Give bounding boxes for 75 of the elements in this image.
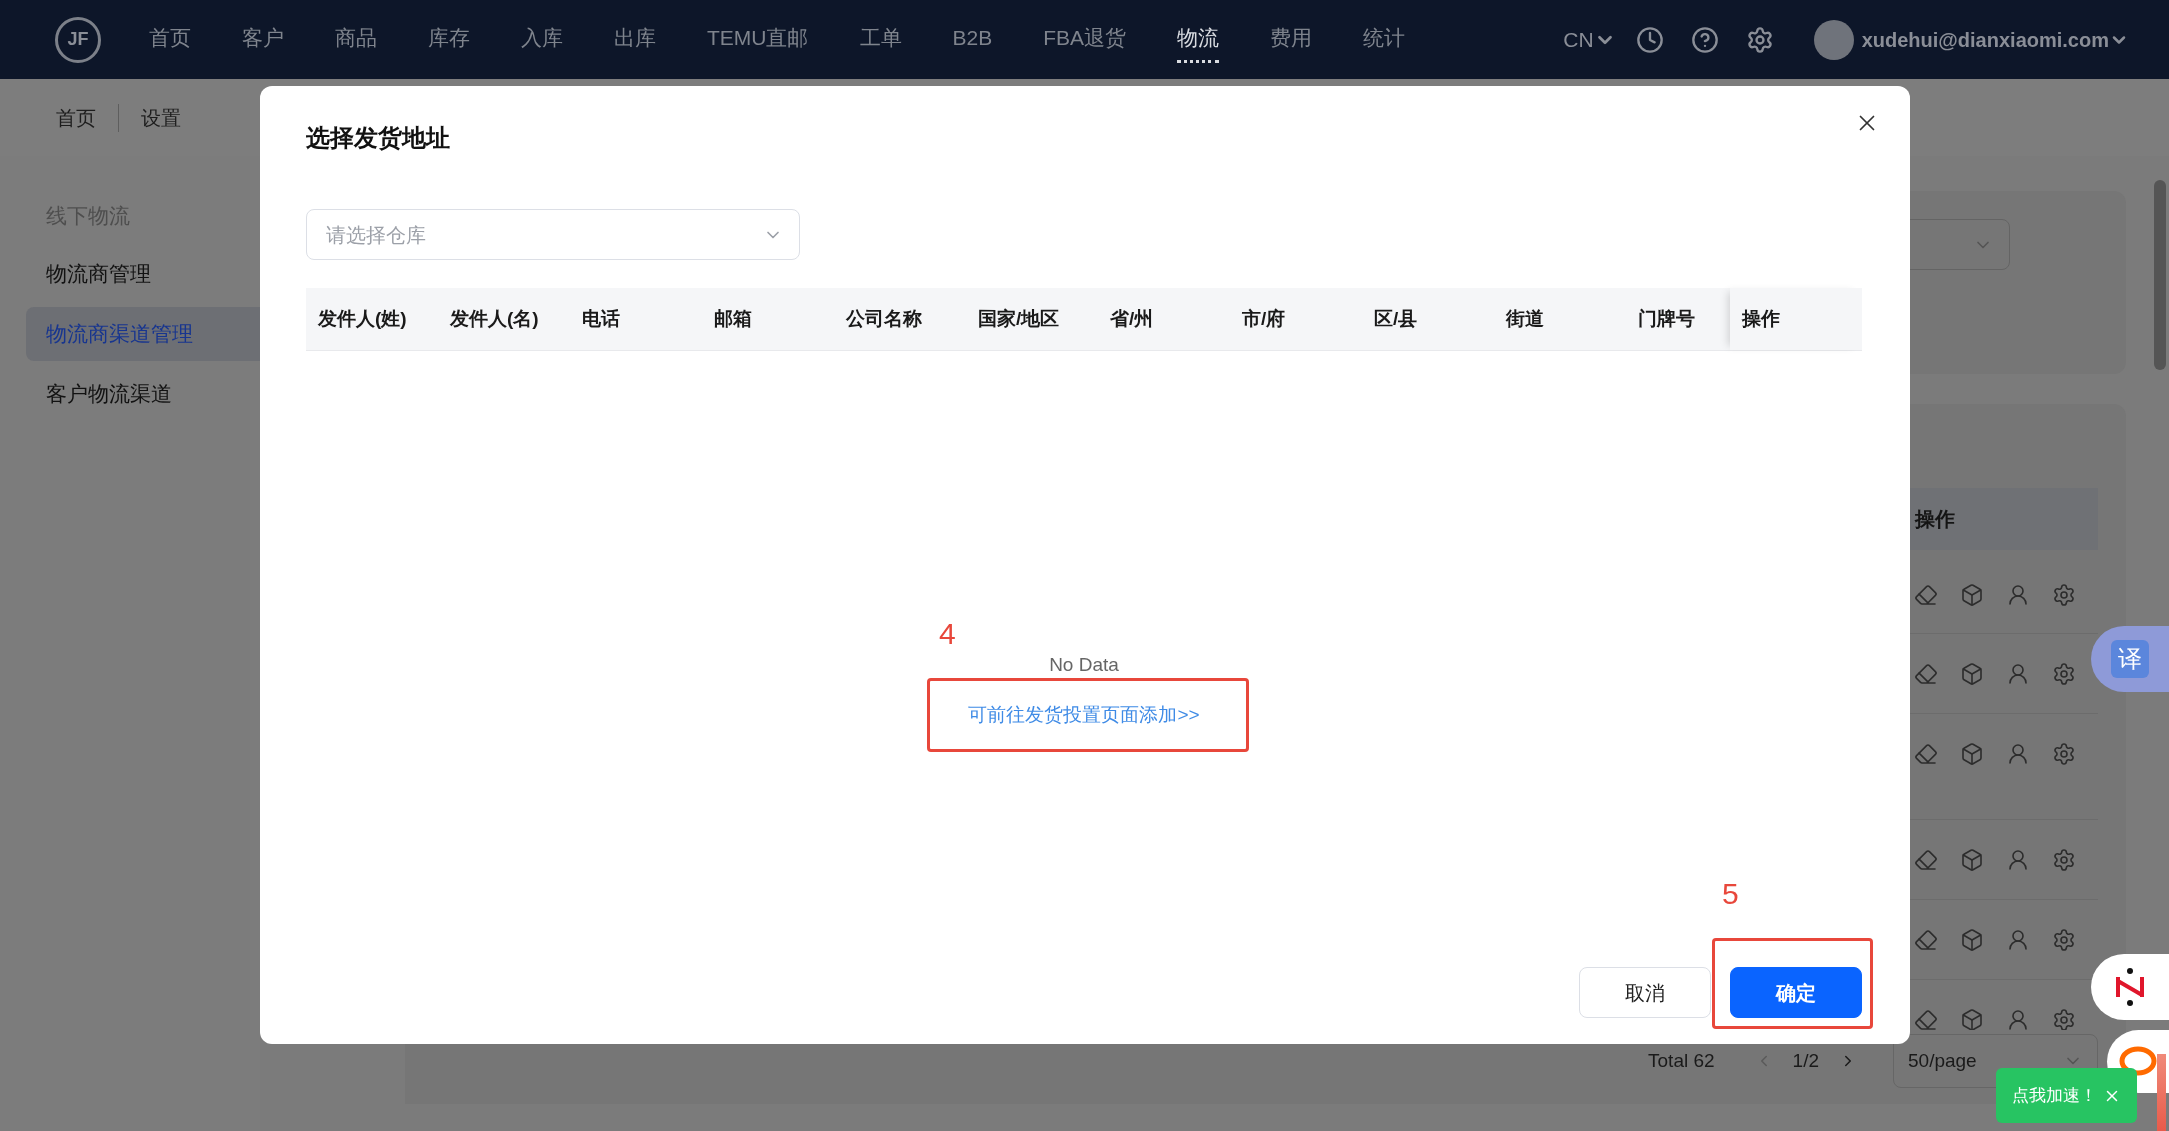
cancel-button[interactable]: 取消 (1579, 967, 1711, 1018)
warehouse-select[interactable]: 请选择仓库 (306, 209, 800, 260)
box-icon[interactable] (1960, 742, 1984, 766)
column-header: 发件人(名) (450, 306, 539, 331)
dialog-title: 选择发货地址 (306, 123, 450, 153)
nav-item[interactable]: 入库 (521, 16, 563, 63)
nav-item[interactable]: FBA退货 (1043, 16, 1127, 63)
network-logo-widget[interactable] (2091, 954, 2169, 1020)
nav-item[interactable]: 物流 (1177, 16, 1220, 63)
add-address-link[interactable]: 可前往发货投置页面添加>> (968, 702, 1200, 728)
sidebar-item[interactable]: 客户物流渠道 (26, 367, 260, 421)
column-header: 门牌号 (1638, 306, 1695, 331)
box-icon[interactable] (1960, 928, 1984, 952)
scrollbar-thumb[interactable] (2154, 180, 2166, 370)
eraser-icon[interactable] (1914, 1008, 1938, 1030)
sidebar-item[interactable]: 物流商管理 (26, 247, 260, 301)
person-icon[interactable] (2006, 928, 2030, 952)
page-tab[interactable]: 设置 (139, 102, 183, 133)
eraser-icon[interactable] (1914, 742, 1938, 766)
help-icon[interactable] (1690, 25, 1719, 54)
user-menu[interactable]: xudehui@dianxiaomi.com (1861, 24, 2129, 55)
column-header: 邮箱 (714, 306, 752, 331)
nav-item[interactable]: 费用 (1270, 16, 1313, 63)
column-header: 区/县 (1374, 306, 1418, 331)
total-count: Total 62 (1648, 1048, 1715, 1073)
empty-text: No Data (1049, 653, 1119, 677)
box-icon[interactable] (1960, 662, 1984, 686)
annotation-number: 5 (1722, 876, 1739, 912)
gear-icon[interactable] (2052, 848, 2076, 872)
box-icon[interactable] (1960, 583, 1984, 607)
gear-icon[interactable] (2052, 662, 2076, 686)
translate-widget[interactable]: 译 (2091, 626, 2169, 692)
annotation-number: 4 (939, 616, 956, 652)
page-indicator: 1/2 (1792, 1048, 1819, 1073)
avatar[interactable] (1813, 19, 1854, 60)
select-placeholder: 请选择仓库 (326, 222, 426, 248)
eraser-icon[interactable] (1914, 848, 1938, 872)
confirm-button[interactable]: 确定 (1730, 967, 1862, 1018)
person-icon[interactable] (2006, 848, 2030, 872)
nav-item[interactable]: B2B (952, 16, 993, 63)
nav-item[interactable]: 首页 (149, 16, 191, 63)
gear-icon[interactable] (2052, 928, 2076, 952)
person-icon[interactable] (2006, 583, 2030, 607)
column-header: 发件人(姓) (318, 306, 407, 331)
nav-item[interactable]: 出库 (614, 16, 656, 63)
column-header: 操作 (1742, 306, 1780, 331)
nav-item[interactable]: 商品 (335, 16, 377, 63)
column-header: 国家/地区 (978, 306, 1060, 331)
settings-icon[interactable] (1745, 25, 1774, 54)
page-tab[interactable]: 首页 (54, 102, 98, 133)
nav-item[interactable]: 统计 (1363, 16, 1406, 63)
person-icon[interactable] (2006, 742, 2030, 766)
clock-icon[interactable] (1635, 25, 1664, 54)
logo[interactable]: JF (55, 16, 101, 63)
translate-label: 译 (2111, 640, 2149, 678)
eraser-icon[interactable] (1914, 662, 1938, 686)
gear-icon[interactable] (2052, 583, 2076, 607)
box-icon[interactable] (1960, 1008, 1984, 1030)
box-icon[interactable] (1960, 848, 1984, 872)
language-selector[interactable]: CN (1563, 23, 1616, 56)
column-header: 公司名称 (846, 306, 922, 331)
nav-item[interactable]: TEMU直邮 (707, 16, 809, 63)
eraser-icon[interactable] (1914, 583, 1938, 607)
column-header: 街道 (1506, 306, 1544, 331)
gear-icon[interactable] (2052, 742, 2076, 766)
nav-item[interactable]: 工单 (859, 16, 902, 63)
nav-item[interactable]: 库存 (428, 16, 470, 63)
nav-item[interactable]: 客户 (242, 16, 284, 63)
column-header: 市/府 (1242, 306, 1286, 331)
person-icon[interactable] (2006, 662, 2030, 686)
column-header: 电话 (582, 306, 620, 331)
gear-icon[interactable] (2052, 1008, 2076, 1030)
eraser-icon[interactable] (1914, 928, 1938, 952)
column-header: 省/州 (1110, 306, 1154, 331)
person-icon[interactable] (2006, 1008, 2030, 1030)
